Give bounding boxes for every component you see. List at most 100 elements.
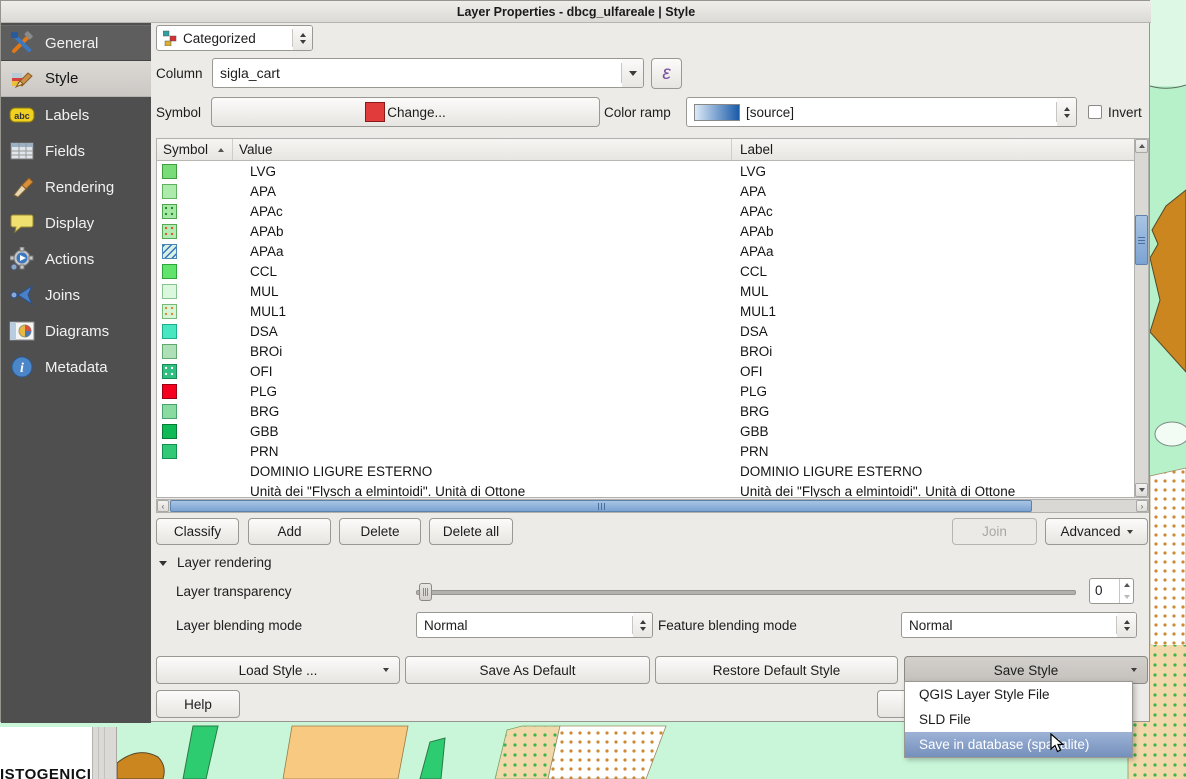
symbol-swatch[interactable]: [162, 164, 177, 179]
delete-button[interactable]: Delete: [339, 518, 421, 545]
symbol-swatch[interactable]: [162, 244, 177, 259]
transparency-slider[interactable]: [416, 590, 1076, 595]
collapse-triangle-icon[interactable]: [159, 561, 167, 566]
scroll-up-icon[interactable]: [1135, 139, 1148, 153]
table-row[interactable]: DOMINIO LIGURE ESTERNODOMINIO LIGURE EST…: [157, 461, 1134, 481]
feature-blending-label: Feature blending mode: [658, 618, 797, 633]
sidebar-item-joins[interactable]: Joins: [1, 277, 151, 313]
table-row[interactable]: MULMUL: [157, 281, 1134, 301]
symbol-swatch[interactable]: [162, 324, 177, 339]
symbol-swatch[interactable]: [162, 384, 177, 399]
symbol-swatch[interactable]: [162, 224, 177, 239]
table-row[interactable]: BROiBROi: [157, 341, 1134, 361]
sidebar-item-metadata[interactable]: i Metadata: [1, 349, 151, 385]
classify-button[interactable]: Classify: [156, 518, 239, 545]
symbol-swatch[interactable]: [162, 284, 177, 299]
row-label: MUL1: [732, 304, 1134, 319]
mouse-cursor-icon: [1050, 733, 1066, 753]
info-icon: i: [9, 354, 35, 380]
symbol-change-button[interactable]: Change...: [211, 97, 600, 127]
column-header-value[interactable]: Value: [233, 139, 732, 160]
abc-tag-icon: abc: [9, 102, 35, 128]
feature-blending-combobox[interactable]: Normal: [901, 612, 1137, 638]
save-as-default-button[interactable]: Save As Default: [405, 656, 650, 684]
scroll-left-icon[interactable]: ‹: [157, 500, 169, 512]
row-label: APAc: [732, 204, 1134, 219]
restore-default-style-button[interactable]: Restore Default Style: [655, 656, 898, 684]
table-row[interactable]: PLGPLG: [157, 381, 1134, 401]
menu-item[interactable]: Save in database (spatialite): [905, 732, 1132, 757]
table-row[interactable]: GBBGBB: [157, 421, 1134, 441]
add-button[interactable]: Add: [248, 518, 331, 545]
sort-up-icon: [218, 148, 224, 152]
invert-checkbox[interactable]: [1088, 105, 1102, 119]
menu-item[interactable]: SLD File: [905, 707, 1132, 732]
table-row[interactable]: OFIOFI: [157, 361, 1134, 381]
sidebar-item-label: General: [45, 35, 98, 52]
scroll-down-icon[interactable]: [1135, 483, 1148, 497]
column-header-label[interactable]: Label: [732, 139, 1134, 160]
table-row[interactable]: Unità dei "Flysch a elmintoidi". Unità d…: [157, 481, 1134, 498]
load-style-button[interactable]: Load Style ...: [156, 656, 400, 684]
column-header-symbol[interactable]: Symbol: [157, 139, 233, 160]
layer-blending-combobox[interactable]: Normal: [416, 612, 653, 638]
symbol-swatch[interactable]: [162, 304, 177, 319]
symbol-swatch[interactable]: [162, 204, 177, 219]
save-style-button[interactable]: Save Style: [904, 656, 1148, 684]
vertical-scroll-thumb[interactable]: [1135, 215, 1148, 265]
transparency-slider-handle[interactable]: [419, 583, 432, 601]
symbol-swatch[interactable]: [162, 424, 177, 439]
table-horizontal-scrollbar[interactable]: ‹ ›: [156, 499, 1149, 513]
help-button[interactable]: Help: [156, 690, 240, 718]
symbol-swatch[interactable]: [162, 444, 177, 459]
row-value: BROi: [233, 344, 732, 359]
scroll-right-icon[interactable]: ›: [1136, 500, 1148, 512]
layers-panel: ISTOGENICI: [0, 727, 93, 779]
symbol-swatch[interactable]: [162, 344, 177, 359]
advanced-button[interactable]: Advanced: [1045, 518, 1148, 545]
column-combobox[interactable]: sigla_cart: [212, 58, 644, 88]
spin-up-icon[interactable]: [1120, 579, 1133, 591]
table-row[interactable]: PRNPRN: [157, 441, 1134, 461]
symbol-swatch[interactable]: [162, 264, 177, 279]
color-ramp-combobox[interactable]: [source]: [686, 97, 1077, 127]
table-row[interactable]: APAaAPAa: [157, 241, 1134, 261]
sidebar-item-display[interactable]: Display: [1, 205, 151, 241]
transparency-spinbox[interactable]: 0: [1089, 578, 1134, 604]
table-row[interactable]: APAcAPAc: [157, 201, 1134, 221]
table-vertical-scrollbar[interactable]: [1134, 138, 1149, 498]
renderer-combobox[interactable]: Categorized: [156, 25, 313, 51]
table-row[interactable]: MUL1MUL1: [157, 301, 1134, 321]
color-ramp-spinner-icon: [1057, 98, 1076, 126]
sidebar-item-rendering[interactable]: Rendering: [1, 169, 151, 205]
menu-item[interactable]: QGIS Layer Style File: [905, 682, 1132, 707]
delete-all-button[interactable]: Delete all: [429, 518, 513, 545]
sidebar-item-labels[interactable]: abc Labels: [1, 97, 151, 133]
sidebar-item-diagrams[interactable]: Diagrams: [1, 313, 151, 349]
table-row[interactable]: BRGBRG: [157, 401, 1134, 421]
dialog-titlebar[interactable]: Layer Properties - dbcg_ulfareale | Styl…: [1, 1, 1151, 23]
join-arrow-icon: [9, 282, 35, 308]
table-row[interactable]: APAAPA: [157, 181, 1134, 201]
table-row[interactable]: LVGLVG: [157, 161, 1134, 181]
sidebar-item-general[interactable]: General: [1, 25, 151, 61]
save-style-menu: QGIS Layer Style FileSLD FileSave in dat…: [904, 681, 1133, 758]
row-label: PRN: [732, 444, 1134, 459]
layers-panel-scrollbar[interactable]: [93, 727, 117, 779]
join-button[interactable]: Join: [952, 518, 1037, 545]
layer-blending-label: Layer blending mode: [176, 618, 302, 633]
table-row[interactable]: CCLCCL: [157, 261, 1134, 281]
sidebar-item-actions[interactable]: Actions: [1, 241, 151, 277]
expression-button[interactable]: ε: [651, 58, 682, 89]
table-row[interactable]: APAbAPAb: [157, 221, 1134, 241]
sidebar-item-label: Style: [45, 70, 78, 87]
symbol-swatch[interactable]: [162, 364, 177, 379]
symbol-swatch[interactable]: [162, 404, 177, 419]
svg-text:i: i: [20, 361, 24, 376]
horizontal-scroll-thumb[interactable]: [170, 500, 1032, 512]
table-row[interactable]: DSADSA: [157, 321, 1134, 341]
sidebar-item-style[interactable]: Style: [1, 61, 151, 97]
sidebar-item-fields[interactable]: Fields: [1, 133, 151, 169]
symbol-swatch[interactable]: [162, 184, 177, 199]
spin-down-icon[interactable]: [1120, 591, 1133, 603]
